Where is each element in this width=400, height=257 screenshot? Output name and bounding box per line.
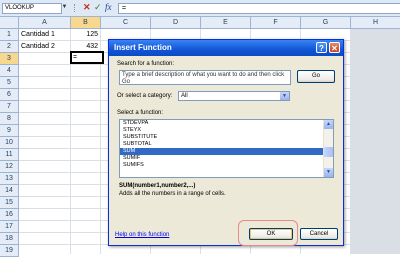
category-label: Or select a category: xyxy=(117,93,173,99)
help-icon[interactable]: ? xyxy=(316,42,327,53)
row-header-8[interactable]: 8 xyxy=(0,113,19,125)
function-list[interactable]: STDEVPA STEYX SUBSTITUTE SUBTOTAL SUM SU… xyxy=(119,119,334,178)
chevron-down-icon[interactable]: ▼ xyxy=(61,3,68,12)
cancel-button[interactable]: Cancel xyxy=(300,228,338,240)
column-header-a[interactable]: A xyxy=(19,17,71,29)
row-header-12[interactable]: 12 xyxy=(0,161,19,173)
category-value: All xyxy=(181,93,188,99)
function-item[interactable]: SUBSTITUTE xyxy=(120,134,333,141)
row-header-9[interactable]: 9 xyxy=(0,125,19,137)
formula-bar-area: VLOOKUP ▼ ✕ ✓ fx = xyxy=(0,0,400,17)
function-item[interactable]: STEYX xyxy=(120,127,333,134)
scroll-down-icon[interactable]: ▼ xyxy=(324,168,333,177)
row-header-4[interactable]: 4 xyxy=(0,65,19,77)
row-header-3[interactable]: 3 xyxy=(0,53,19,65)
column-header-g[interactable]: G xyxy=(301,17,351,29)
select-function-label: Select a function: xyxy=(117,110,164,116)
function-syntax: SUM(number1,number2,...) xyxy=(119,183,196,189)
ok-button[interactable]: OK xyxy=(249,228,293,240)
cell-b1[interactable]: 125 xyxy=(71,29,98,40)
row-header-5[interactable]: 5 xyxy=(0,77,19,89)
dialog-title: Insert Function xyxy=(114,43,172,52)
column-header-f[interactable]: F xyxy=(251,17,301,29)
function-item[interactable]: STDEVPA xyxy=(120,120,333,127)
row-header-13[interactable]: 13 xyxy=(0,173,19,185)
scroll-thumb[interactable] xyxy=(324,147,333,157)
dialog-title-bar[interactable]: Insert Function ? ✕ xyxy=(109,40,343,56)
function-item-selected[interactable]: SUM xyxy=(120,148,333,155)
column-header-e[interactable]: E xyxy=(201,17,251,29)
column-header-d[interactable]: D xyxy=(151,17,201,29)
row-header-6[interactable]: 6 xyxy=(0,89,19,101)
cancel-x-icon[interactable]: ✕ xyxy=(83,2,91,13)
row-header-15[interactable]: 15 xyxy=(0,197,19,209)
grip-handle[interactable] xyxy=(74,4,77,12)
column-header-c[interactable]: C xyxy=(101,17,151,29)
help-link[interactable]: Help on this function xyxy=(115,231,169,239)
function-description: Adds all the numbers in a range of cells… xyxy=(119,191,226,197)
column-header-h[interactable]: H xyxy=(351,17,400,29)
column-header-b[interactable]: B xyxy=(71,17,101,29)
row-header-1[interactable]: 1 xyxy=(0,29,19,41)
go-button[interactable]: Go xyxy=(297,70,335,83)
function-item[interactable]: SUMIF xyxy=(120,155,333,162)
select-all-corner[interactable] xyxy=(0,17,19,29)
row-header-17[interactable]: 17 xyxy=(0,221,19,233)
fx-icon[interactable]: fx xyxy=(105,2,112,13)
row-header-10[interactable]: 10 xyxy=(0,137,19,149)
list-scrollbar[interactable]: ▲ ▼ xyxy=(323,120,333,177)
row-header-7[interactable]: 7 xyxy=(0,101,19,113)
insert-function-dialog: Insert Function ? ✕ Search for a functio… xyxy=(108,39,344,246)
chevron-down-icon[interactable]: ▼ xyxy=(280,92,289,100)
cell-a1[interactable]: Cantidad 1 xyxy=(21,29,69,40)
row-header-18[interactable]: 18 xyxy=(0,233,19,245)
search-label: Search for a function: xyxy=(117,61,175,67)
function-item[interactable]: SUMIFS xyxy=(120,162,333,169)
search-input[interactable]: Type a brief description of what you wan… xyxy=(119,70,291,85)
row-header-16[interactable]: 16 xyxy=(0,209,19,221)
close-icon[interactable]: ✕ xyxy=(329,42,340,53)
cell-a2[interactable]: Cantidad 2 xyxy=(21,41,69,52)
active-cell-b3[interactable]: = xyxy=(70,51,104,64)
function-item[interactable]: SUBTOTAL xyxy=(120,141,333,148)
row-header-11[interactable]: 11 xyxy=(0,149,19,161)
formula-input[interactable]: = xyxy=(118,3,400,14)
row-header-19[interactable]: 19 xyxy=(0,245,19,257)
category-select[interactable]: All ▼ xyxy=(178,91,290,101)
name-box[interactable]: VLOOKUP xyxy=(2,3,62,14)
row-header-14[interactable]: 14 xyxy=(0,185,19,197)
scroll-up-icon[interactable]: ▲ xyxy=(324,120,333,129)
row-header-2[interactable]: 2 xyxy=(0,41,19,53)
checkmark-icon[interactable]: ✓ xyxy=(94,2,102,13)
